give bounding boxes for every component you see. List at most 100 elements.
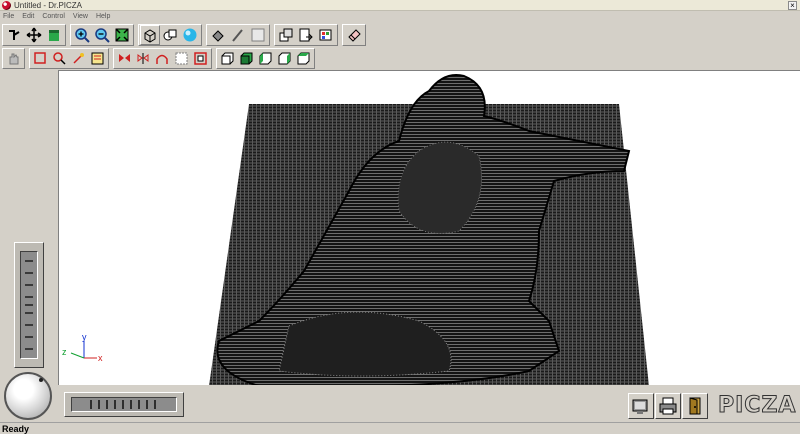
app-logo-icon bbox=[2, 0, 11, 10]
color-settings-icon bbox=[319, 29, 332, 41]
exit-door-icon bbox=[689, 397, 701, 415]
slider-rib bbox=[25, 336, 33, 338]
title-bar: Untitled - Dr.PICZA × bbox=[0, 0, 800, 11]
export-icon bbox=[299, 28, 313, 42]
monitor-icon bbox=[632, 399, 648, 414]
crop-new-button[interactable] bbox=[88, 49, 107, 68]
wireframe-view-button[interactable] bbox=[140, 25, 160, 45]
magic-wand-button[interactable] bbox=[69, 49, 88, 68]
bottom-control-strip: PICZA bbox=[58, 385, 800, 422]
fill-tool-button[interactable] bbox=[208, 25, 228, 45]
blank-box-icon bbox=[251, 28, 265, 42]
zoom-in-button[interactable] bbox=[72, 25, 92, 45]
select-tool-icon bbox=[9, 30, 20, 40]
view-back-icon bbox=[297, 52, 310, 64]
knob-pointer bbox=[39, 378, 43, 382]
zoom-select-icon bbox=[53, 51, 66, 65]
slider-rib bbox=[138, 400, 140, 409]
view-back-button[interactable] bbox=[294, 49, 313, 68]
fit-view-icon bbox=[115, 28, 129, 42]
3d-viewport[interactable]: y x z bbox=[58, 70, 800, 385]
menu-view[interactable]: View bbox=[73, 11, 88, 22]
tool-group-zoom bbox=[70, 24, 134, 46]
shaded-sphere-icon bbox=[183, 28, 197, 42]
horizontal-slider-track bbox=[71, 397, 177, 412]
menu-file[interactable]: File bbox=[3, 11, 14, 22]
rotation-knob[interactable] bbox=[4, 372, 52, 420]
zoom-select-button[interactable] bbox=[50, 49, 69, 68]
zoom-out-button[interactable] bbox=[92, 25, 112, 45]
frame-button[interactable] bbox=[191, 49, 210, 68]
view-top-button[interactable] bbox=[237, 49, 256, 68]
slider-rib bbox=[154, 400, 156, 409]
hand-tool-button[interactable] bbox=[4, 49, 23, 68]
fit-view-button[interactable] bbox=[112, 25, 132, 45]
horizontal-rotate-slider[interactable] bbox=[64, 392, 184, 417]
view-right-button[interactable] bbox=[275, 49, 294, 68]
tool-group-display bbox=[138, 24, 202, 46]
close-window-button[interactable]: × bbox=[788, 1, 797, 10]
picza-brand-logo: PICZA bbox=[717, 393, 797, 419]
paint-bucket-icon bbox=[49, 30, 59, 41]
monitor-button[interactable] bbox=[628, 393, 654, 419]
vertical-zoom-slider[interactable] bbox=[14, 242, 44, 368]
view-left-button[interactable] bbox=[256, 49, 275, 68]
rect-select-icon bbox=[34, 51, 46, 64]
menu-edit[interactable]: Edit bbox=[22, 11, 34, 22]
slider-rib bbox=[25, 296, 33, 298]
tool-group-paint bbox=[206, 24, 270, 46]
main-toolbar bbox=[2, 24, 370, 46]
rect-select-button[interactable] bbox=[31, 49, 50, 68]
shaded-view-button[interactable] bbox=[180, 25, 200, 45]
menu-control[interactable]: Control bbox=[42, 11, 65, 22]
brush-tool-button[interactable] bbox=[228, 25, 248, 45]
eraser-icon bbox=[348, 29, 361, 42]
arch-button[interactable] bbox=[153, 49, 172, 68]
arch-icon bbox=[156, 54, 168, 64]
view-top-icon bbox=[240, 52, 253, 64]
view-front-icon bbox=[221, 52, 234, 64]
slider-rib bbox=[25, 260, 33, 262]
axis-label-z: z bbox=[62, 347, 67, 357]
flip-horizontal-button[interactable] bbox=[115, 49, 134, 68]
frame-icon bbox=[194, 51, 207, 65]
tool-group-views bbox=[216, 47, 315, 69]
move-tool-icon bbox=[26, 27, 42, 43]
copy-layers-button[interactable] bbox=[276, 25, 296, 45]
mirror-icon bbox=[137, 52, 149, 64]
grid-toggle-button[interactable] bbox=[172, 49, 191, 68]
slider-rib bbox=[25, 284, 33, 286]
export-button[interactable] bbox=[296, 25, 316, 45]
slider-rib bbox=[25, 312, 33, 314]
slider-rib bbox=[146, 400, 148, 409]
slider-rib bbox=[98, 400, 100, 409]
mirror-button[interactable] bbox=[134, 49, 153, 68]
slider-rib bbox=[25, 304, 33, 306]
status-text: Ready bbox=[2, 423, 30, 434]
move-tool-button[interactable] bbox=[24, 25, 44, 45]
color-settings-button[interactable] bbox=[316, 25, 336, 45]
secondary-toolbar bbox=[2, 47, 319, 69]
view-right-icon bbox=[278, 52, 291, 64]
bottom-action-buttons bbox=[628, 393, 709, 419]
print-button[interactable] bbox=[655, 393, 681, 419]
wireframe-view-icon bbox=[144, 29, 156, 43]
window-title: Untitled - Dr.PICZA bbox=[14, 0, 83, 10]
exit-button[interactable] bbox=[682, 393, 708, 419]
eraser-button[interactable] bbox=[344, 25, 364, 45]
select-tool-button[interactable] bbox=[4, 25, 24, 45]
slider-rib bbox=[25, 324, 33, 326]
fill-tool-icon bbox=[212, 30, 224, 42]
view-front-button[interactable] bbox=[218, 49, 237, 68]
app-window: Untitled - Dr.PICZA × File Edit Control … bbox=[0, 0, 800, 434]
crop-new-icon bbox=[91, 52, 104, 64]
menu-bar: File Edit Control View Help bbox=[0, 11, 800, 22]
paint-bucket-button[interactable] bbox=[44, 25, 64, 45]
magic-wand-icon bbox=[73, 52, 84, 64]
tool-group-select bbox=[29, 47, 109, 69]
blank-box-button[interactable] bbox=[248, 25, 268, 45]
printer-icon bbox=[659, 397, 677, 415]
solid-view-button[interactable] bbox=[160, 25, 180, 45]
slider-rib bbox=[122, 400, 124, 409]
menu-help[interactable]: Help bbox=[96, 11, 110, 22]
